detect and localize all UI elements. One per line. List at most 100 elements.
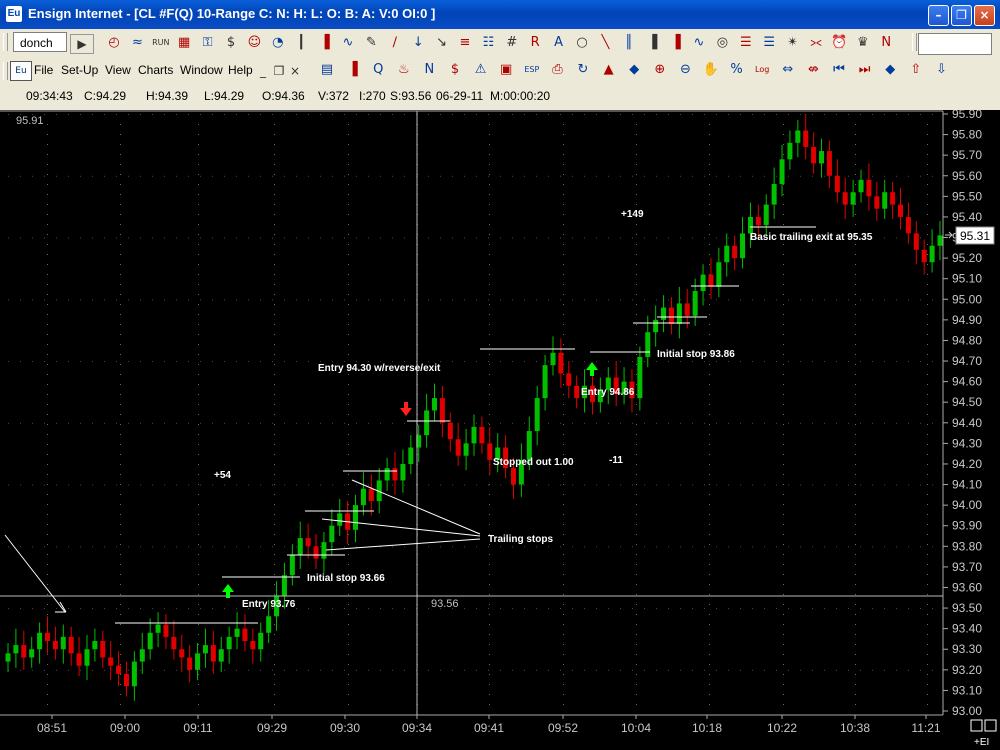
price-tick-label: 94.20 bbox=[952, 457, 982, 471]
trend-line-icon[interactable]: ∕ bbox=[385, 34, 405, 52]
crown-icon[interactable]: ♛ bbox=[853, 34, 873, 52]
menu-setup[interactable]: Set-Up bbox=[61, 63, 98, 77]
fibonacci-icon[interactable]: ≡ bbox=[455, 34, 475, 52]
menu-charts[interactable]: Charts bbox=[138, 63, 173, 77]
drawing-toolbar: donch ▶ ◴ ≈ RUN ▦ ⚿ $ ☺ ◔ ┃ ▐ ∿ ✎ ∕ ↓ ↘ ≡ ☷ # R A ○ ╲ ║ ▐ ▐ ∿ ◎ ☰ ☰ ✴… bbox=[0, 29, 1000, 59]
first-icon[interactable]: ⏮ bbox=[828, 61, 850, 79]
quote-icon[interactable]: Q bbox=[367, 61, 389, 79]
alert-icon[interactable]: ⚠ bbox=[470, 61, 492, 79]
time-tick-label: 10:38 bbox=[840, 721, 870, 735]
portfolio-icon[interactable]: ▣ bbox=[495, 61, 517, 79]
news-icon[interactable]: N bbox=[418, 61, 440, 79]
log-icon[interactable]: Log bbox=[751, 61, 773, 79]
sine-icon[interactable]: ∿ bbox=[689, 34, 709, 52]
grid-icon[interactable]: ▦ bbox=[174, 34, 194, 52]
title-bar: Eu Ensign Internet - [CL #F(Q) 10-Range … bbox=[0, 0, 1000, 29]
price-info-bar: 09:34:43 C:94.29 H:94.39 L:94.29 O:94.36… bbox=[0, 84, 1000, 111]
toolbar-grip-2[interactable] bbox=[912, 33, 917, 51]
time-tick-label: 09:00 bbox=[110, 721, 140, 735]
menu-view[interactable]: View bbox=[105, 63, 131, 77]
alarm-icon[interactable]: ⏰ bbox=[829, 34, 849, 52]
circle-icon[interactable]: ◎ bbox=[712, 34, 732, 52]
box-r-icon[interactable]: R bbox=[525, 34, 545, 52]
grid-lines-icon[interactable]: ☷ bbox=[478, 34, 498, 52]
expand-icon[interactable]: ⇔ bbox=[777, 61, 799, 79]
clock-icon[interactable]: ◴ bbox=[104, 34, 124, 52]
line-chart-icon[interactable]: ∿ bbox=[338, 34, 358, 52]
document-icon[interactable]: Eu bbox=[10, 61, 32, 81]
up-down-icon[interactable]: ◆ bbox=[879, 61, 901, 79]
gauge-icon[interactable]: ◔ bbox=[268, 34, 288, 52]
red-arrow-icon[interactable]: ↘ bbox=[432, 34, 452, 52]
stack-icon[interactable]: ☰ bbox=[736, 34, 756, 52]
layout-icon[interactable]: ▤ bbox=[316, 61, 338, 79]
toolbar-grip[interactable] bbox=[3, 33, 8, 51]
bar-icon[interactable]: ┃ bbox=[291, 34, 311, 52]
zoom-in-icon[interactable]: ⊕ bbox=[649, 61, 671, 79]
close-button[interactable]: × bbox=[974, 5, 995, 26]
run-icon[interactable]: RUN bbox=[151, 34, 171, 52]
maximize-button[interactable]: ❐ bbox=[951, 5, 972, 26]
box-a-icon[interactable]: A bbox=[549, 34, 569, 52]
price-tick-label: 95.20 bbox=[952, 251, 982, 265]
down-icon[interactable]: ⇩ bbox=[930, 61, 952, 79]
pen-icon[interactable]: ✎ bbox=[361, 34, 381, 52]
last-icon[interactable]: ⏭ bbox=[854, 61, 876, 79]
face-icon[interactable]: ☺ bbox=[244, 34, 264, 52]
price-tick-label: 93.60 bbox=[952, 580, 982, 594]
diagonal-icon[interactable]: ╲ bbox=[595, 34, 615, 52]
initial-stop-2-label: Initial stop 93.86 bbox=[657, 349, 735, 360]
fire-icon[interactable]: ♨ bbox=[393, 61, 415, 79]
star-icon[interactable]: ✴ bbox=[783, 34, 803, 52]
esp-icon[interactable]: ESP bbox=[521, 61, 543, 79]
compress-icon[interactable]: ⇎ bbox=[802, 61, 824, 79]
zoom-out-icon[interactable]: ⊖ bbox=[674, 61, 696, 79]
refresh-icon[interactable]: ↻ bbox=[572, 61, 594, 79]
price-tick-label: 95.40 bbox=[952, 210, 982, 224]
price-tick-label: 93.70 bbox=[952, 560, 982, 574]
time-tick-label: 08:51 bbox=[37, 721, 67, 735]
menu-window[interactable]: Window bbox=[180, 63, 223, 77]
mdi-restore-icon[interactable]: ❐ bbox=[272, 62, 286, 78]
wave-icon[interactable]: ≈ bbox=[127, 34, 147, 52]
time-tick-label: 09:34 bbox=[402, 721, 432, 735]
menu-grip[interactable] bbox=[3, 62, 8, 80]
n-icon[interactable]: N bbox=[876, 34, 896, 52]
time-tick-label: 09:11 bbox=[183, 721, 212, 735]
time-tick-label: 09:29 bbox=[257, 721, 287, 735]
price-tick-label: 94.90 bbox=[952, 313, 982, 327]
print-icon[interactable]: ⎙ bbox=[546, 61, 568, 79]
price-chart[interactable]: 95.91 93.56 +149 Basic trailing exit at … bbox=[0, 110, 1000, 750]
info-close: C:94.29 bbox=[84, 89, 127, 103]
chart-icon[interactable]: ▐ bbox=[342, 61, 364, 79]
hashtag-icon[interactable]: # bbox=[502, 34, 522, 52]
lock-icon[interactable]: ⚿ bbox=[198, 34, 218, 52]
mdi-close-icon[interactable]: × bbox=[288, 62, 302, 78]
percent-icon[interactable]: % bbox=[726, 61, 748, 79]
current-price-label: 95.31 bbox=[960, 229, 990, 243]
up-icon[interactable]: ⇧ bbox=[905, 61, 927, 79]
menu-file[interactable]: File bbox=[34, 63, 53, 77]
minimize-button[interactable]: – bbox=[928, 5, 949, 26]
symbol-input[interactable] bbox=[918, 33, 992, 55]
channel-icon[interactable]: ║ bbox=[619, 34, 639, 52]
hand-icon[interactable]: ✋ bbox=[700, 61, 722, 79]
down-arrow-icon[interactable]: ↓ bbox=[408, 34, 428, 52]
lines-icon[interactable]: ☰ bbox=[759, 34, 779, 52]
menu-help[interactable]: Help bbox=[228, 63, 253, 77]
bars2-icon[interactable]: ▐ bbox=[666, 34, 686, 52]
dollar-icon[interactable]: $ bbox=[444, 61, 466, 79]
ellipse-icon[interactable]: ○ bbox=[572, 34, 592, 52]
candle-icon[interactable]: ▐ bbox=[315, 34, 335, 52]
bars-icon[interactable]: ▐ bbox=[642, 34, 662, 52]
info-high: H:94.39 bbox=[146, 89, 189, 103]
mdi-minimize-icon[interactable]: _ bbox=[256, 62, 270, 78]
nav-toggle-icon[interactable]: ▶ bbox=[70, 34, 94, 54]
chart-tab[interactable]: donch bbox=[13, 32, 67, 52]
triangle-icon[interactable]: ▲ bbox=[598, 61, 620, 79]
price-tick-label: 93.40 bbox=[952, 622, 982, 636]
stopped-out-label: Stopped out 1.00 bbox=[493, 457, 574, 468]
money-bag-icon[interactable]: $ bbox=[221, 34, 241, 52]
fan-icon[interactable]: ⪥ bbox=[806, 34, 826, 52]
marker-icon[interactable]: ◆ bbox=[623, 61, 645, 79]
